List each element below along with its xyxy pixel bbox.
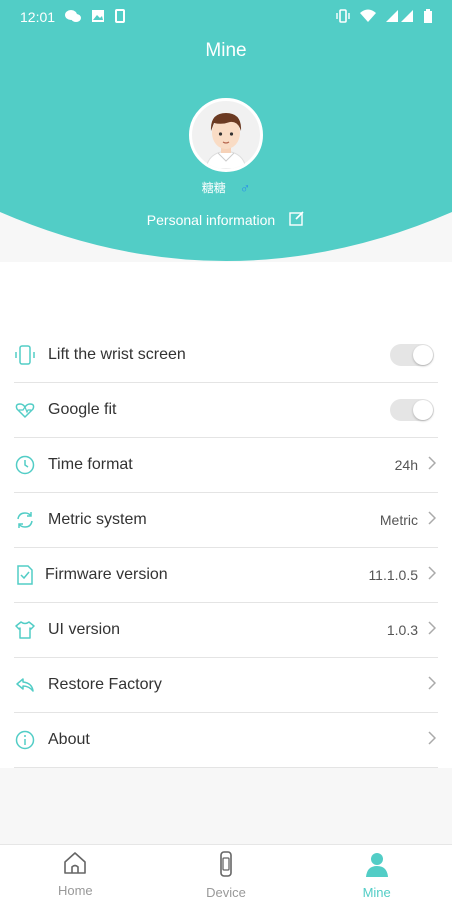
restore-icon — [14, 673, 48, 697]
setting-label: Metric system — [48, 511, 147, 528]
personal-information-link[interactable]: Personal information — [0, 210, 452, 229]
status-bar: 12:01 — [0, 0, 452, 34]
vibrate-icon — [336, 8, 350, 26]
tab-mine[interactable]: Mine — [301, 845, 452, 900]
setting-label: UI version — [48, 621, 121, 638]
image-icon — [91, 9, 105, 26]
heart-icon — [14, 398, 48, 422]
chevron-right-icon — [428, 510, 438, 530]
google-fit-toggle[interactable] — [390, 399, 434, 421]
chevron-right-icon — [428, 565, 438, 585]
lift-wrist-toggle[interactable] — [390, 344, 434, 366]
setting-label: About — [48, 731, 90, 748]
shirt-icon — [14, 618, 48, 642]
settings-list: Lift the wrist screen Google fit Time fo… — [14, 328, 438, 768]
refresh-icon — [14, 508, 48, 532]
chevron-right-icon — [428, 730, 438, 750]
tab-home[interactable]: Home — [0, 845, 151, 900]
setting-label: Time format — [48, 456, 133, 473]
tab-device[interactable]: Device — [151, 845, 302, 900]
setting-ui-version[interactable]: UI version 1.0.3 — [14, 603, 438, 658]
chevron-right-icon — [428, 455, 438, 475]
watch-icon — [216, 851, 236, 882]
setting-value: 1.0.3 — [386, 622, 418, 638]
personal-information-label: Personal information — [146, 211, 276, 228]
setting-label: Google fit — [48, 401, 117, 418]
wechat-icon — [65, 9, 82, 26]
info-icon — [14, 728, 48, 752]
wifi-icon — [360, 9, 376, 26]
setting-firmware-version[interactable]: Firmware version 11.1.0.5 — [14, 548, 438, 603]
setting-google-fit[interactable]: Google fit — [14, 383, 438, 438]
profile-header: 12:01 Mine 糖糖 ♂ Personal information — [0, 0, 452, 262]
tab-label: Device — [206, 885, 246, 900]
chevron-right-icon — [428, 620, 438, 640]
setting-about[interactable]: About — [14, 713, 438, 768]
setting-metric-system[interactable]: Metric system Metric — [14, 493, 438, 548]
sim-icon — [115, 8, 126, 26]
username-row: 糖糖 ♂ — [0, 179, 452, 196]
wrist-icon — [14, 343, 48, 367]
signal-icon — [386, 9, 414, 26]
setting-value: Metric — [379, 512, 418, 528]
avatar[interactable] — [189, 98, 263, 172]
home-icon — [62, 851, 88, 880]
bottom-tab-bar: Home Device Mine — [0, 844, 452, 900]
setting-label: Restore Factory — [48, 676, 162, 693]
page-title: Mine — [205, 40, 247, 61]
setting-lift-wrist[interactable]: Lift the wrist screen — [14, 328, 438, 383]
battery-icon — [424, 8, 432, 26]
username: 糖糖 — [201, 181, 226, 195]
setting-label: Lift the wrist screen — [48, 346, 186, 363]
status-time: 12:01 — [20, 9, 56, 25]
tab-label: Home — [57, 883, 93, 898]
chevron-right-icon — [428, 675, 438, 695]
tab-label: Mine — [362, 885, 391, 900]
firmware-icon — [14, 563, 45, 587]
setting-value: 11.1.0.5 — [368, 567, 418, 583]
setting-label: Firmware version — [45, 566, 168, 583]
setting-value: 24h — [394, 457, 418, 473]
edit-icon[interactable] — [289, 210, 305, 229]
clock-icon — [14, 453, 48, 477]
male-icon: ♂ — [239, 179, 251, 196]
setting-time-format[interactable]: Time format 24h — [14, 438, 438, 493]
setting-restore-factory[interactable]: Restore Factory — [14, 658, 438, 713]
person-icon — [364, 851, 390, 882]
